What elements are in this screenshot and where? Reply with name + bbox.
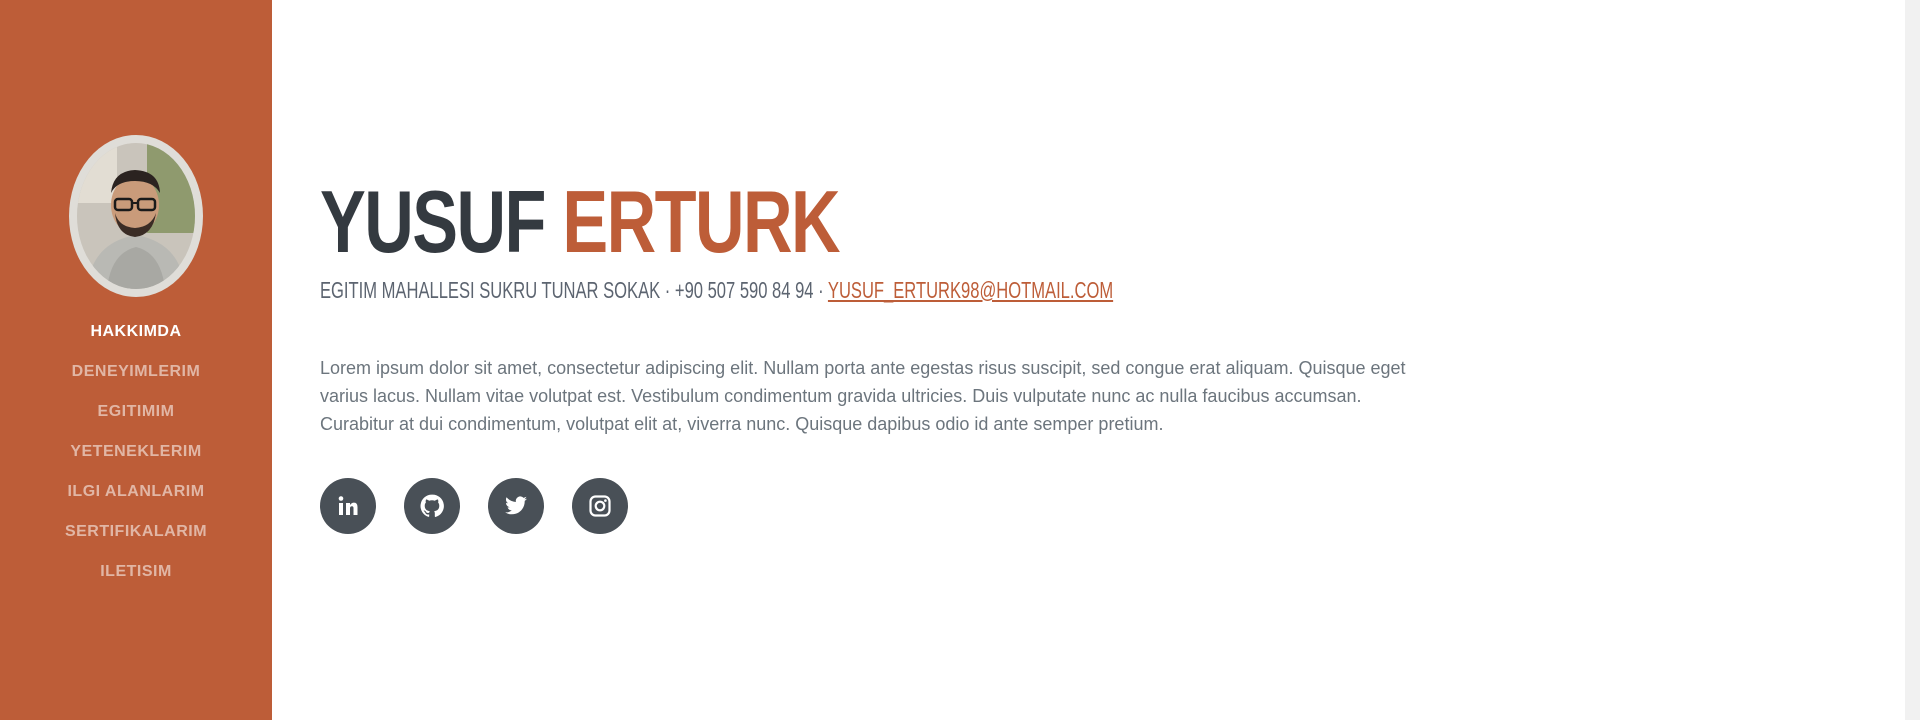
nav-item-sertifikalarim[interactable]: SERTIFIKALARIM [0, 518, 272, 558]
avatar[interactable] [69, 135, 203, 297]
profile-photo [77, 143, 195, 289]
nav-item-egitimim[interactable]: EGITIMIM [0, 398, 272, 438]
separator: · [813, 277, 828, 303]
first-name: YUSUF [320, 172, 546, 271]
page-title: YUSUF ERTURK [320, 178, 1178, 266]
github-icon [420, 494, 444, 517]
last-name: ERTURK [562, 172, 840, 271]
nav-item-yeteneklerim[interactable]: YETENEKLERIM [0, 438, 272, 478]
page: HAKKIMDA DENEYIMLERIM EGITIMIM YETENEKLE… [0, 0, 1920, 720]
address: EGITIM MAHALLESI SUKRU TUNAR SOKAK [320, 277, 661, 303]
sidebar: HAKKIMDA DENEYIMLERIM EGITIMIM YETENEKLE… [0, 0, 272, 720]
about-section: YUSUF ERTURK EGITIM MAHALLESI SUKRU TUNA… [320, 178, 1420, 534]
twitter-button[interactable] [488, 478, 544, 534]
sidebar-nav: HAKKIMDA DENEYIMLERIM EGITIMIM YETENEKLE… [0, 318, 272, 598]
email-link[interactable]: YUSUF_ERTURK98@HOTMAIL.COM [828, 277, 1113, 303]
nav-item-iletisim[interactable]: ILETISIM [0, 558, 272, 598]
phone: +90 507 590 84 94 [674, 277, 814, 303]
nav-item-deneyimlerim[interactable]: DENEYIMLERIM [0, 358, 272, 398]
bio-text: Lorem ipsum dolor sit amet, consectetur … [320, 358, 1406, 434]
linkedin-button[interactable] [320, 478, 376, 534]
scrollbar[interactable] [1905, 0, 1920, 720]
instagram-button[interactable] [572, 478, 628, 534]
nav-item-hakkimda[interactable]: HAKKIMDA [0, 318, 272, 358]
social-icons [320, 478, 1420, 534]
separator: · [660, 277, 675, 303]
nav-item-ilgi-alanlarim[interactable]: ILGI ALANLARIM [0, 478, 272, 518]
github-button[interactable] [404, 478, 460, 534]
linkedin-icon [338, 496, 358, 515]
contact-info: EGITIM MAHALLESI SUKRU TUNAR SOKAK · +90… [320, 276, 1113, 304]
instagram-icon [589, 495, 611, 517]
twitter-icon [505, 496, 527, 515]
